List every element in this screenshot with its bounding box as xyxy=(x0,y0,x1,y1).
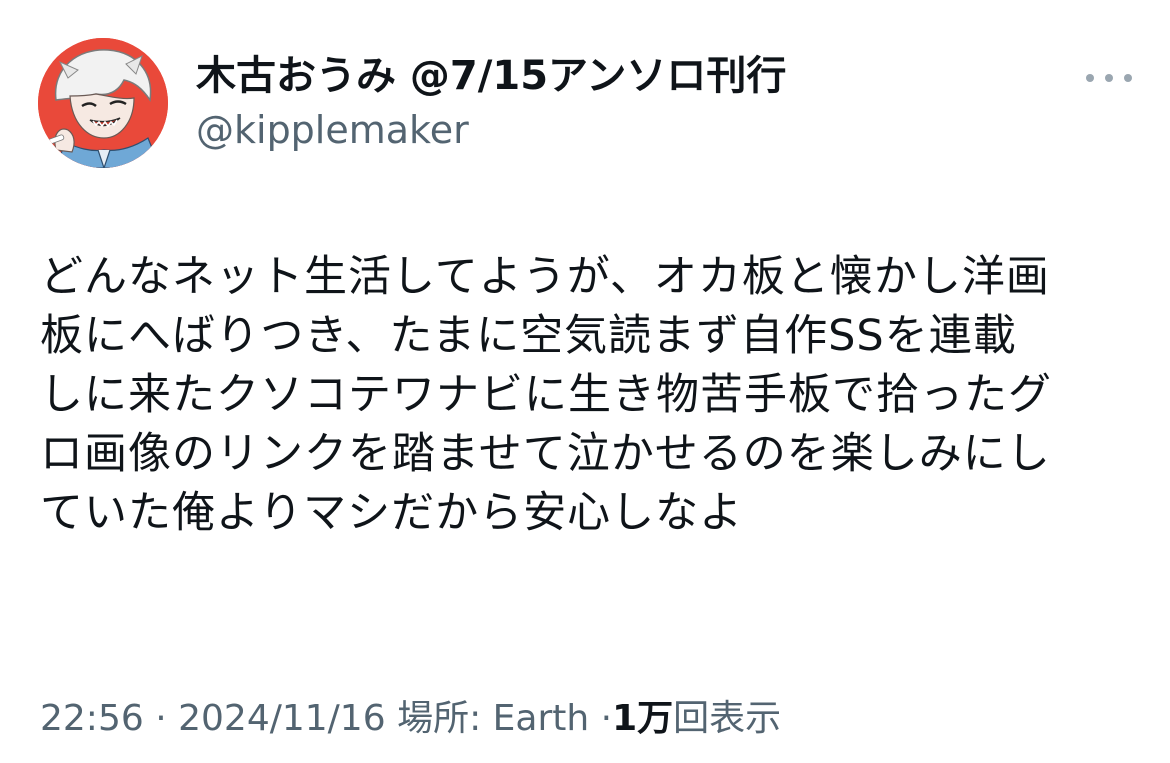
more-dot xyxy=(1105,74,1113,82)
tweet-text: どんなネット生活してようが、オカ板と懐かし洋画 板にへばりつき、たまに空気読まず… xyxy=(40,248,1140,543)
author-names: 木古おうみ @7/15アンソロ刊行 @kipplemaker xyxy=(196,52,786,154)
tweet-text-line: 板にへばりつき、たまに空気読まず自作SSを連載 xyxy=(40,311,1017,361)
tweet-text-line: しに来たクソコテワナビに生き物苦手板で拾ったグ xyxy=(40,370,1052,420)
tweet-text-line: ていた俺よりマシだから安心しなよ xyxy=(40,488,744,538)
user-handle[interactable]: @kipplemaker xyxy=(196,106,786,154)
meta-separator: · xyxy=(600,698,613,739)
more-dot xyxy=(1124,74,1132,82)
tweet-location: 場所: Earth xyxy=(397,698,590,739)
tweet-header: 木古おうみ @7/15アンソロ刊行 @kipplemaker xyxy=(38,38,1138,170)
avatar-illustration xyxy=(38,38,168,168)
display-name[interactable]: 木古おうみ @7/15アンソロ刊行 xyxy=(196,52,786,100)
tweet-date[interactable]: 2024/11/16 xyxy=(178,698,386,739)
more-horizontal-icon[interactable] xyxy=(1086,66,1132,90)
meta-separator: · xyxy=(155,698,167,739)
tweet-meta: 22:56 · 2024/11/16 場所: Earth ·1万回表示 xyxy=(40,695,781,743)
tweet-time[interactable]: 22:56 xyxy=(40,698,144,739)
avatar[interactable] xyxy=(38,38,168,168)
views-count[interactable]: 1万 xyxy=(612,698,673,739)
tweet-text-line: ロ画像のリンクを踏ませて泣かせるのを楽しみにし xyxy=(40,429,1051,479)
views-label[interactable]: 回表示 xyxy=(673,698,781,739)
more-dot xyxy=(1086,74,1094,82)
tweet-text-line: どんなネット生活してようが、オカ板と懐かし洋画 xyxy=(40,252,1050,302)
